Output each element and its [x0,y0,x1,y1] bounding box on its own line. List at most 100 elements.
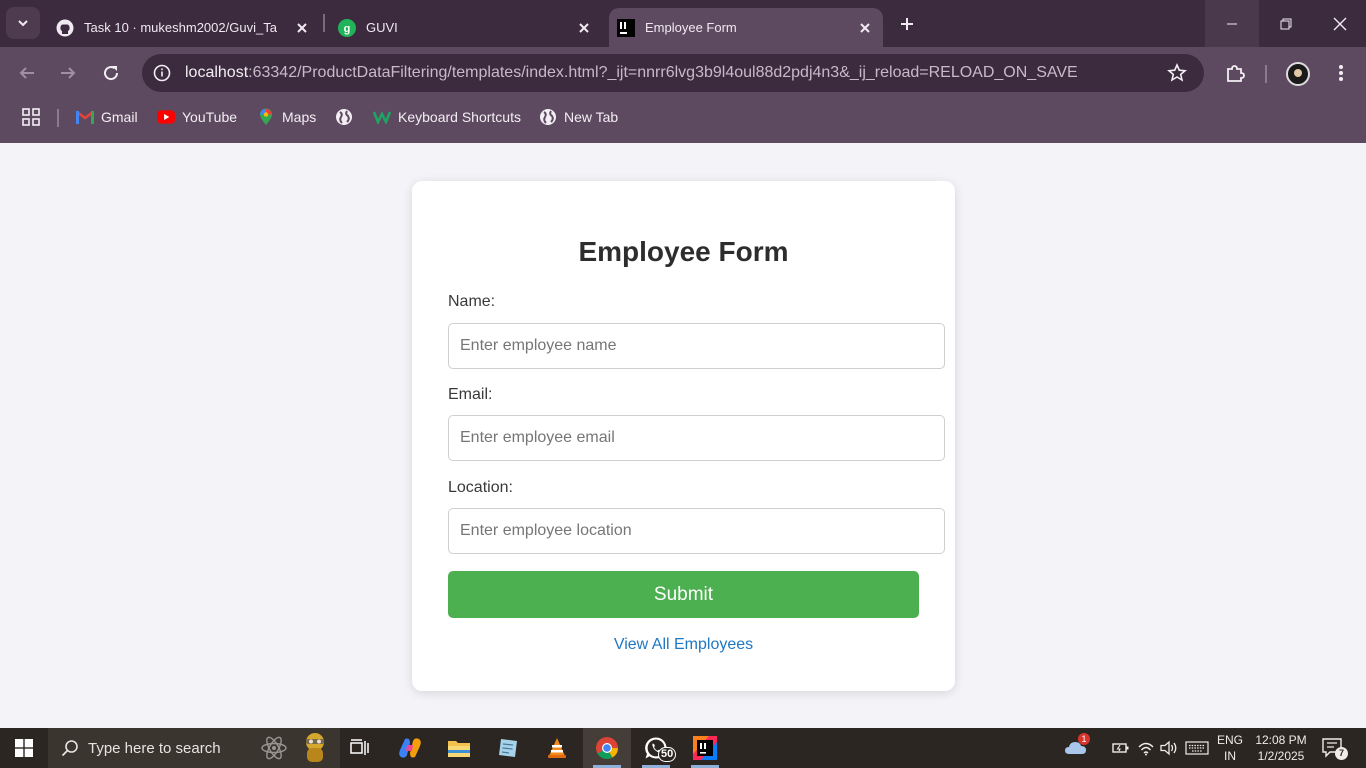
url-host: localhost [185,64,249,81]
taskbar-file-explorer[interactable] [435,728,483,768]
site-info-icon[interactable] [151,62,173,84]
name-input[interactable] [448,323,945,369]
whatsapp-badge: 50 [658,747,677,762]
minimize-icon [1227,23,1237,24]
windows-logo-icon [15,739,33,757]
bookmark-label: Gmail [101,109,138,125]
url-text[interactable]: localhost:63342/ProductDataFiltering/tem… [185,64,1145,82]
bookmark-label: Keyboard Shortcuts [398,109,521,125]
notification-count: 7 [1335,747,1348,760]
view-all-employees-link[interactable]: View All Employees [412,636,955,654]
tab-title: Employee Form [645,20,737,35]
back-button[interactable] [12,58,42,88]
new-tab-button[interactable] [893,10,921,38]
location-label: Location: [448,479,513,496]
maps-icon [257,108,275,126]
extensions-button[interactable] [1220,58,1250,88]
profile-avatar[interactable] [1286,62,1310,86]
apps-grid-icon [22,108,40,126]
restore-button[interactable] [1259,0,1313,47]
plus-icon [901,18,913,30]
svg-text:g: g [344,23,351,35]
tab-separator [323,14,325,32]
restore-icon [1280,18,1292,29]
minimize-button[interactable] [1205,0,1259,47]
intellij-icon [617,18,635,37]
language-code: ENG [1216,733,1243,747]
browser-toolbar: localhost:63342/ProductDataFiltering/tem… [0,47,1366,99]
bookmark-maps[interactable]: Maps [257,107,316,127]
more-vertical-icon [1339,65,1343,81]
tab-strip: Task 10 · mukeshm2002/Guvi_Ta g GUVI Emp… [0,0,1366,47]
close-icon[interactable] [292,18,312,38]
tab-github[interactable]: Task 10 · mukeshm2002/Guvi_Ta [48,8,320,47]
task-view-button[interactable] [336,728,384,768]
bookmark-star-icon[interactable] [1166,62,1188,84]
arrow-right-icon [61,67,76,79]
notes-app-icon [499,739,517,757]
wifi-icon[interactable] [1136,738,1156,758]
bookmark-youtube[interactable]: YouTube [157,107,237,127]
page-viewport: Employee Form Name: Email: Location: Sub… [0,143,1366,728]
taskbar-search-box[interactable]: Type here to search [48,728,340,768]
taskbar-whatsapp[interactable]: 50 [632,728,680,768]
taskbar-chrome[interactable] [583,728,631,768]
name-label: Name: [448,293,496,310]
email-input[interactable] [448,415,945,461]
battery-icon[interactable] [1111,738,1131,758]
tab-title: GUVI [366,20,398,35]
address-bar[interactable]: localhost:63342/ProductDataFiltering/tem… [142,54,1204,92]
reload-button[interactable] [96,58,126,88]
bookmark-keyboard-shortcuts[interactable]: Keyboard Shortcuts [373,107,521,127]
tab-guvi[interactable]: g GUVI [330,8,602,47]
atom-icon [261,736,287,760]
email-label: Email: [448,386,493,403]
guvi-icon: g [338,18,356,37]
chrome-icon [596,737,618,759]
gmail-icon [76,108,94,126]
clock[interactable]: 12:08 PM 1/2/2025 [1252,732,1310,764]
arrow-left-icon [19,67,34,79]
window-close-button[interactable] [1313,0,1366,47]
bookmark-label: YouTube [182,109,238,125]
intellij-icon [693,736,717,760]
location-input[interactable] [448,508,945,554]
weather-icon[interactable]: 1 [1064,733,1090,756]
folder-icon [448,741,470,757]
taskbar-notes-app[interactable] [484,728,532,768]
tab-employee-form[interactable]: Employee Form [609,8,883,47]
search-highlight-icon [306,733,324,762]
bookmark-label: Maps [282,109,317,125]
bookmark-new-tab[interactable]: New Tab [539,107,618,127]
tab-title: Task 10 · mukeshm2002/Guvi_Ta [84,20,277,35]
taskbar-copilot[interactable] [386,728,434,768]
submit-button[interactable]: Submit [448,571,919,618]
taskbar-intellij[interactable] [681,728,729,768]
bookmark-gmail[interactable]: Gmail [76,107,138,127]
start-button[interactable] [0,728,48,768]
region-code: IN [1224,749,1236,763]
youtube-icon [157,108,175,126]
volume-icon[interactable] [1159,738,1179,758]
vlc-icon [548,738,566,758]
clock-date: 1/2/2025 [1257,749,1305,763]
close-icon[interactable] [855,18,875,38]
bookmark-label: New Tab [564,109,619,125]
employee-form-card: Employee Form Name: Email: Location: Sub… [412,181,955,691]
taskbar-vlc[interactable] [533,728,581,768]
language-indicator[interactable]: ENG IN [1216,732,1244,764]
browser-menu-button[interactable] [1326,58,1356,88]
copilot-icon [399,738,421,758]
keyboard-icon[interactable] [1184,738,1210,758]
apps-button[interactable] [22,107,40,127]
tab-search-button[interactable] [6,7,40,39]
url-path: :63342/ProductDataFiltering/templates/in… [248,64,1078,81]
forward-button[interactable] [53,58,83,88]
bookmark-globe[interactable] [335,107,360,127]
globe-icon [539,108,557,126]
notification-center-button[interactable]: 7 [1322,738,1348,760]
close-icon[interactable] [574,18,594,38]
task-view-icon [350,739,369,755]
toolbar-separator [1265,65,1267,83]
reload-icon [104,66,119,81]
